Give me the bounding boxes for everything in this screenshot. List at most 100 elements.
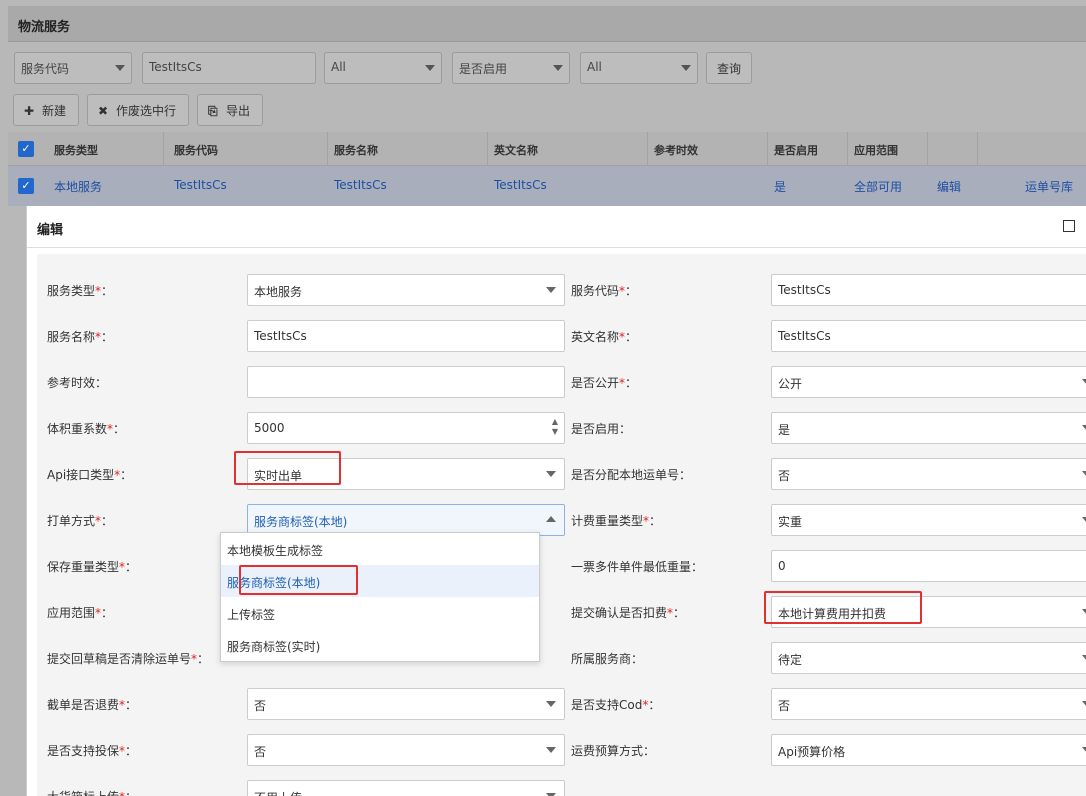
left-field-label-4: Api接口类型*： bbox=[47, 466, 132, 483]
right-field-input-5[interactable]: 实重 bbox=[771, 504, 1086, 536]
spinner-arrows-icon[interactable]: ▲ ▼ bbox=[552, 417, 558, 437]
left-field-label-7: 应用范围*： bbox=[47, 604, 113, 621]
query-button[interactable]: 查询 bbox=[706, 52, 752, 84]
right-field-input-2[interactable]: 公开 bbox=[771, 366, 1086, 398]
grid-header-service-code[interactable]: 服务代码 bbox=[168, 132, 328, 166]
label-colon: ： bbox=[673, 606, 686, 620]
new-button[interactable]: ✚ 新建 bbox=[13, 94, 79, 126]
field-value: 5000 bbox=[254, 421, 285, 435]
right-field-input-6[interactable]: 0 bbox=[771, 550, 1086, 582]
left-field-label-11: 大货箱标上传*： bbox=[47, 788, 137, 796]
right-field-label-8: 所属服务商： bbox=[571, 650, 643, 667]
left-field-input-1[interactable]: TestItsCs bbox=[247, 320, 565, 352]
query-button-label: 查询 bbox=[717, 62, 742, 76]
dropdown-option-0[interactable]: 本地模板生成标签 bbox=[221, 533, 539, 565]
row-checkbox[interactable]: ✓ bbox=[18, 178, 34, 194]
field-label-text: 截单是否退费 bbox=[47, 698, 120, 712]
label-colon: ： bbox=[125, 698, 138, 712]
dropdown-option-2[interactable]: 上传标签 bbox=[221, 597, 539, 629]
left-field-input-9[interactable]: 否 bbox=[247, 688, 565, 720]
dropdown-option-3[interactable]: 服务商标签(实时) bbox=[221, 629, 539, 661]
field-label-text: 服务代码 bbox=[571, 284, 620, 298]
filter-enabled-select-value: 是否启用 bbox=[459, 62, 508, 76]
grid-header-enabled[interactable]: 是否启用 bbox=[768, 132, 848, 166]
label-colon: ： bbox=[643, 744, 656, 758]
chevron-down-icon bbox=[115, 65, 125, 71]
field-label-text: 服务类型 bbox=[47, 284, 96, 298]
grid-header-scope[interactable]: 应用范围 bbox=[848, 132, 928, 166]
right-field-input-1[interactable]: TestItsCs bbox=[771, 320, 1086, 352]
field-label-text: Api接口类型 bbox=[47, 468, 115, 482]
label-colon: ： bbox=[648, 698, 661, 712]
right-field-input-8[interactable]: 待定 bbox=[771, 642, 1086, 674]
grid-header-reference-time[interactable]: 参考时效 bbox=[648, 132, 768, 166]
field-label-text: 是否支持Cod bbox=[571, 698, 643, 712]
left-field-label-10: 是否支持投保*： bbox=[47, 742, 137, 759]
right-field-label-7: 提交确认是否扣费*： bbox=[571, 604, 685, 621]
maximize-icon[interactable] bbox=[1063, 220, 1075, 232]
chevron-down-icon bbox=[1082, 609, 1086, 615]
filter-all-select-2[interactable]: All bbox=[580, 52, 698, 84]
row-edit-link[interactable]: 编辑 bbox=[937, 178, 961, 195]
label-colon: ： bbox=[625, 284, 638, 298]
left-field-input-0[interactable]: 本地服务 bbox=[247, 274, 565, 306]
filter-value-input[interactable]: TestItsCs bbox=[142, 52, 316, 84]
void-selected-button[interactable]: ✖ 作废选中行 bbox=[87, 94, 189, 126]
field-label-text: 应用范围 bbox=[47, 606, 96, 620]
left-field-input-10[interactable]: 否 bbox=[247, 734, 565, 766]
chevron-down-icon bbox=[546, 701, 556, 707]
right-field-label-10: 运费预算方式： bbox=[571, 742, 655, 759]
filter-all-select-2-value: All bbox=[587, 60, 602, 74]
field-value: 否 bbox=[778, 469, 791, 483]
label-colon: ： bbox=[649, 514, 662, 528]
field-label-text: 是否公开 bbox=[571, 376, 620, 390]
row-english-name: TestItsCs bbox=[494, 178, 547, 192]
field-label-text: 是否启用 bbox=[571, 422, 620, 436]
filter-field-select[interactable]: 服务代码 bbox=[14, 52, 132, 84]
right-field-input-4[interactable]: 否 bbox=[771, 458, 1086, 490]
field-label-text: 提交确认是否扣费 bbox=[571, 606, 668, 620]
label-colon: ： bbox=[125, 744, 138, 758]
chevron-down-icon bbox=[1082, 425, 1086, 431]
grid-header-english-name[interactable]: 英文名称 bbox=[488, 132, 648, 166]
left-field-input-2[interactable] bbox=[247, 366, 565, 398]
chevron-down-icon bbox=[553, 65, 563, 71]
label-colon: ： bbox=[101, 514, 114, 528]
field-label-text: 所属服务商 bbox=[571, 652, 632, 666]
right-field-input-0[interactable]: TestItsCs bbox=[771, 274, 1086, 306]
filter-bar: 服务代码 TestItsCs All 是否启用 All 查询 bbox=[8, 42, 1086, 92]
grid-header-service-name[interactable]: 服务名称 bbox=[328, 132, 488, 166]
field-label-text: 提交回草稿是否清除运单号 bbox=[47, 652, 192, 666]
right-field-label-9: 是否支持Cod*： bbox=[571, 696, 660, 713]
void-selected-button-label: 作废选中行 bbox=[116, 104, 177, 118]
right-field-input-10[interactable]: Api预算价格 bbox=[771, 734, 1086, 766]
field-label-text: 打单方式 bbox=[47, 514, 96, 528]
row-scope: 全部可用 bbox=[854, 180, 903, 194]
right-field-input-3[interactable]: 是 bbox=[771, 412, 1086, 444]
row-service-code: TestItsCs bbox=[174, 178, 227, 192]
field-label-text: 英文名称 bbox=[571, 330, 620, 344]
row-waybill-link[interactable]: 运单号库 bbox=[1025, 178, 1073, 195]
filter-enabled-select[interactable]: 是否启用 bbox=[452, 52, 570, 84]
left-field-input-3[interactable]: 5000 ▲ ▼ bbox=[247, 412, 565, 444]
edit-dialog: 编辑 服务类型*： 本地服务 服务名称*： TestItsCs 参考时效： 体积重系数*：… bbox=[26, 206, 1086, 796]
label-colon: ： bbox=[113, 422, 126, 436]
export-button[interactable]: ⎘ 导出 bbox=[197, 94, 263, 126]
new-button-label: 新建 bbox=[42, 104, 67, 118]
left-field-label-9: 截单是否退费*： bbox=[47, 696, 137, 713]
field-value: 公开 bbox=[778, 377, 803, 391]
field-value: TestItsCs bbox=[778, 329, 831, 343]
grid-header-service-type[interactable]: 服务类型 bbox=[48, 132, 164, 166]
left-field-label-1: 服务名称*： bbox=[47, 328, 113, 345]
field-label-text: 一票多件单件最低重量 bbox=[571, 560, 692, 574]
left-field-input-11[interactable]: 不用上传 bbox=[247, 780, 565, 796]
chevron-down-icon bbox=[1082, 517, 1086, 523]
table-row[interactable]: ✓ 本地服务 TestItsCs TestItsCs TestItsCs 是 全… bbox=[8, 166, 1086, 206]
right-field-input-9[interactable]: 否 bbox=[771, 688, 1086, 720]
field-value: 实重 bbox=[778, 515, 803, 529]
select-all-checkbox[interactable]: ✓ bbox=[18, 141, 34, 157]
chevron-down-icon bbox=[1082, 379, 1086, 385]
field-value: TestItsCs bbox=[254, 329, 307, 343]
label-colon: ： bbox=[679, 468, 692, 482]
filter-all-select-1[interactable]: All bbox=[324, 52, 442, 84]
